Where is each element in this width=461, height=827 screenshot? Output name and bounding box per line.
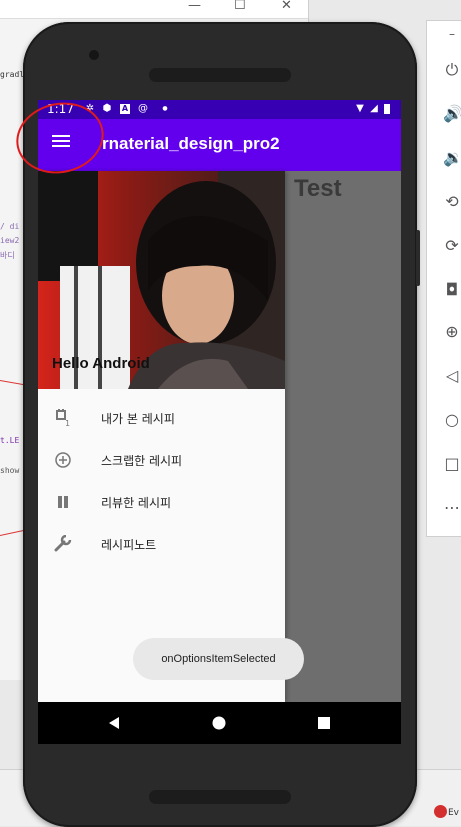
toolbar-minimize-button[interactable]: – [443,25,461,43]
phone-screen: 1:17 ✲ ⬢ A @ ● ▼ ◢ rnaterial_design_pro2… [38,100,401,744]
wifi-icon: ▼ [356,103,364,114]
content-text: Test [294,175,342,202]
home-button[interactable] [211,715,227,731]
code-fragment: iew2 [0,236,20,245]
add-circle-icon [54,451,72,469]
close-button[interactable]: ✕ [281,0,292,13]
toast-message: onOptionsItemSelected [133,638,304,680]
annotation-line [0,530,24,536]
drawer-item-reviewed-recipes[interactable]: 리뷰한 레시피 [38,481,285,523]
bottom-speaker [149,790,291,804]
code-fragment: t.LE [0,436,20,445]
svg-text:1: 1 [65,419,70,427]
drawer-item-label: 내가 본 레시피 [101,412,175,426]
camera-icon[interactable]: ◘ [443,281,461,299]
dot-icon: ● [162,105,168,112]
more-icon[interactable]: ⋯ [443,499,461,517]
recipe-viewed-icon: 1 [54,409,72,428]
rotate-right-icon[interactable]: ⟳ [443,237,461,255]
minimize-button[interactable]: — [188,0,201,13]
drawer-item-scrapped-recipes[interactable]: 스크랩한 레시피 [38,439,285,481]
back-button[interactable] [106,715,122,731]
drawer-item-label: 레시피노트 [101,538,157,552]
top-speaker [149,68,291,82]
drawer-header-title: Hello Android [52,355,150,372]
drawer-item-recipe-notes[interactable]: 레시피노트 [38,523,285,565]
signal-icon: ◢ [370,103,378,114]
drawer-item-label: 스크랩한 레시피 [101,454,183,468]
annotation-line [0,380,24,386]
rotate-left-icon[interactable]: ⟲ [443,193,461,211]
code-fragment: 바디 [0,251,15,260]
overview-icon[interactable]: □ [443,455,461,473]
drawer-item-label: 리뷰한 레시피 [101,496,172,510]
at-icon: @ [138,103,148,114]
system-nav-bar [38,702,401,744]
taskbar-label[interactable]: Ev [448,808,459,818]
volume-down-icon[interactable]: 🔉 [443,149,461,167]
battery-icon [384,104,390,114]
wrench-icon [54,534,72,553]
app-icon[interactable] [434,805,447,818]
navigation-drawer: Hello Android 1 내가 본 레시피 스크랩한 레시피 리뷰한 레시… [38,171,285,702]
a-badge-icon: A [120,104,130,114]
maximize-button[interactable]: ☐ [234,0,246,13]
shield-icon: ⬢ [102,103,112,114]
drawer-item-recent-recipes[interactable]: 1 내가 본 레시피 [38,397,285,439]
zoom-icon[interactable]: ⊕ [443,323,461,341]
back-icon[interactable]: ◁ [443,367,461,385]
volume-up-icon[interactable]: 🔊 [443,105,461,123]
code-fragment: / di [0,222,20,231]
pause-icon [54,493,72,511]
code-fragment: show [0,466,20,475]
ide-titlebar: — ☐ ✕ [0,0,308,19]
home-icon[interactable]: ○ [443,411,461,429]
power-icon[interactable]: ⏻ [443,61,461,79]
power-side-button[interactable] [416,230,420,286]
app-title: rnaterial_design_pro2 [102,134,280,153]
drawer-header: Hello Android [38,171,285,389]
front-camera [89,50,99,60]
emulator-toolbar: – ⏻ 🔊 🔉 ⟲ ⟳ ◘ ⊕ ◁ ○ □ ⋯ [426,20,461,537]
recents-button[interactable] [316,715,332,731]
